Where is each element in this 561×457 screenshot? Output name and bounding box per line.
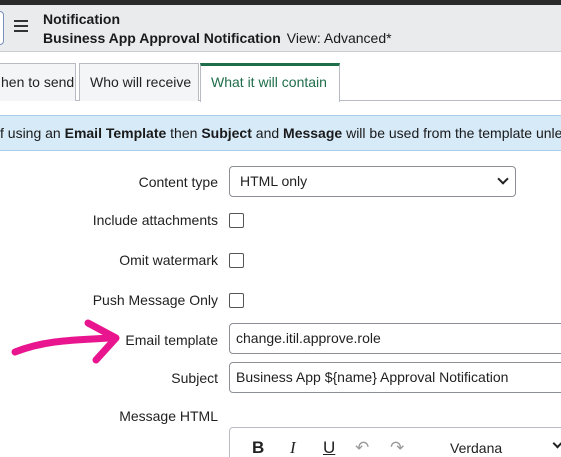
email-template-label: Email template (125, 332, 218, 348)
content-type-value: HTML only (240, 173, 308, 189)
push-message-only-label: Push Message Only (92, 292, 218, 308)
omit-watermark-checkbox[interactable] (229, 253, 244, 268)
banner-text-3: and (251, 125, 284, 141)
chevron-down-icon (497, 173, 509, 185)
bold-button[interactable]: B (252, 438, 264, 457)
omit-watermark-label: Omit watermark (119, 252, 218, 268)
tab-when-to-send[interactable]: hen to send (0, 63, 76, 101)
banner-strong-subject: Subject (201, 125, 252, 141)
include-attachments-label: Include attachments (92, 212, 218, 228)
banner-text-2: then (166, 125, 202, 141)
email-template-field[interactable]: change.itil.approve.role (229, 323, 561, 354)
redo-icon[interactable]: ↷ (390, 438, 404, 457)
back-button[interactable] (0, 11, 4, 45)
italic-button[interactable]: I (290, 438, 296, 457)
annotation-arrow-icon (11, 319, 120, 364)
underline-button[interactable]: U (323, 438, 335, 457)
chevron-down-icon (552, 438, 561, 449)
info-banner: f using an Email Template then Subject a… (0, 115, 561, 151)
include-attachments-checkbox[interactable] (229, 213, 244, 228)
html-editor[interactable]: B I U ↶ ↷ Verdana (229, 427, 561, 457)
subject-field[interactable]: Business App ${name} Approval Notificati… (229, 362, 561, 393)
record-name: Business App Approval Notification (43, 30, 281, 46)
subject-label: Subject (171, 370, 218, 386)
record-title: Business App Approval Notification View: … (43, 30, 392, 46)
banner-text-4: will be used from the template unless ov (346, 125, 561, 141)
push-message-only-checkbox[interactable] (229, 293, 244, 308)
view-indicator[interactable]: View: Advanced* (287, 30, 392, 46)
tab-who-will-receive[interactable]: Who will receive (79, 63, 199, 101)
form-header: Notification Business App Approval Notif… (0, 5, 561, 52)
font-family-select[interactable]: Verdana (450, 440, 502, 456)
message-html-label: Message HTML (119, 408, 218, 424)
tab-what-it-will-contain[interactable]: What it will contain (200, 63, 340, 102)
banner-strong-message: Message (283, 125, 343, 141)
content-type-select[interactable]: HTML only (229, 166, 516, 197)
section-tabs: hen to send Who will receive What it wil… (0, 63, 561, 102)
banner-text-1: f using an (0, 125, 65, 141)
hamburger-menu-icon[interactable] (14, 20, 28, 34)
form-type-title: Notification (43, 11, 120, 27)
undo-icon[interactable]: ↶ (355, 438, 369, 457)
banner-strong-email-template: Email Template (64, 125, 167, 141)
content-type-label: Content type (138, 174, 218, 190)
